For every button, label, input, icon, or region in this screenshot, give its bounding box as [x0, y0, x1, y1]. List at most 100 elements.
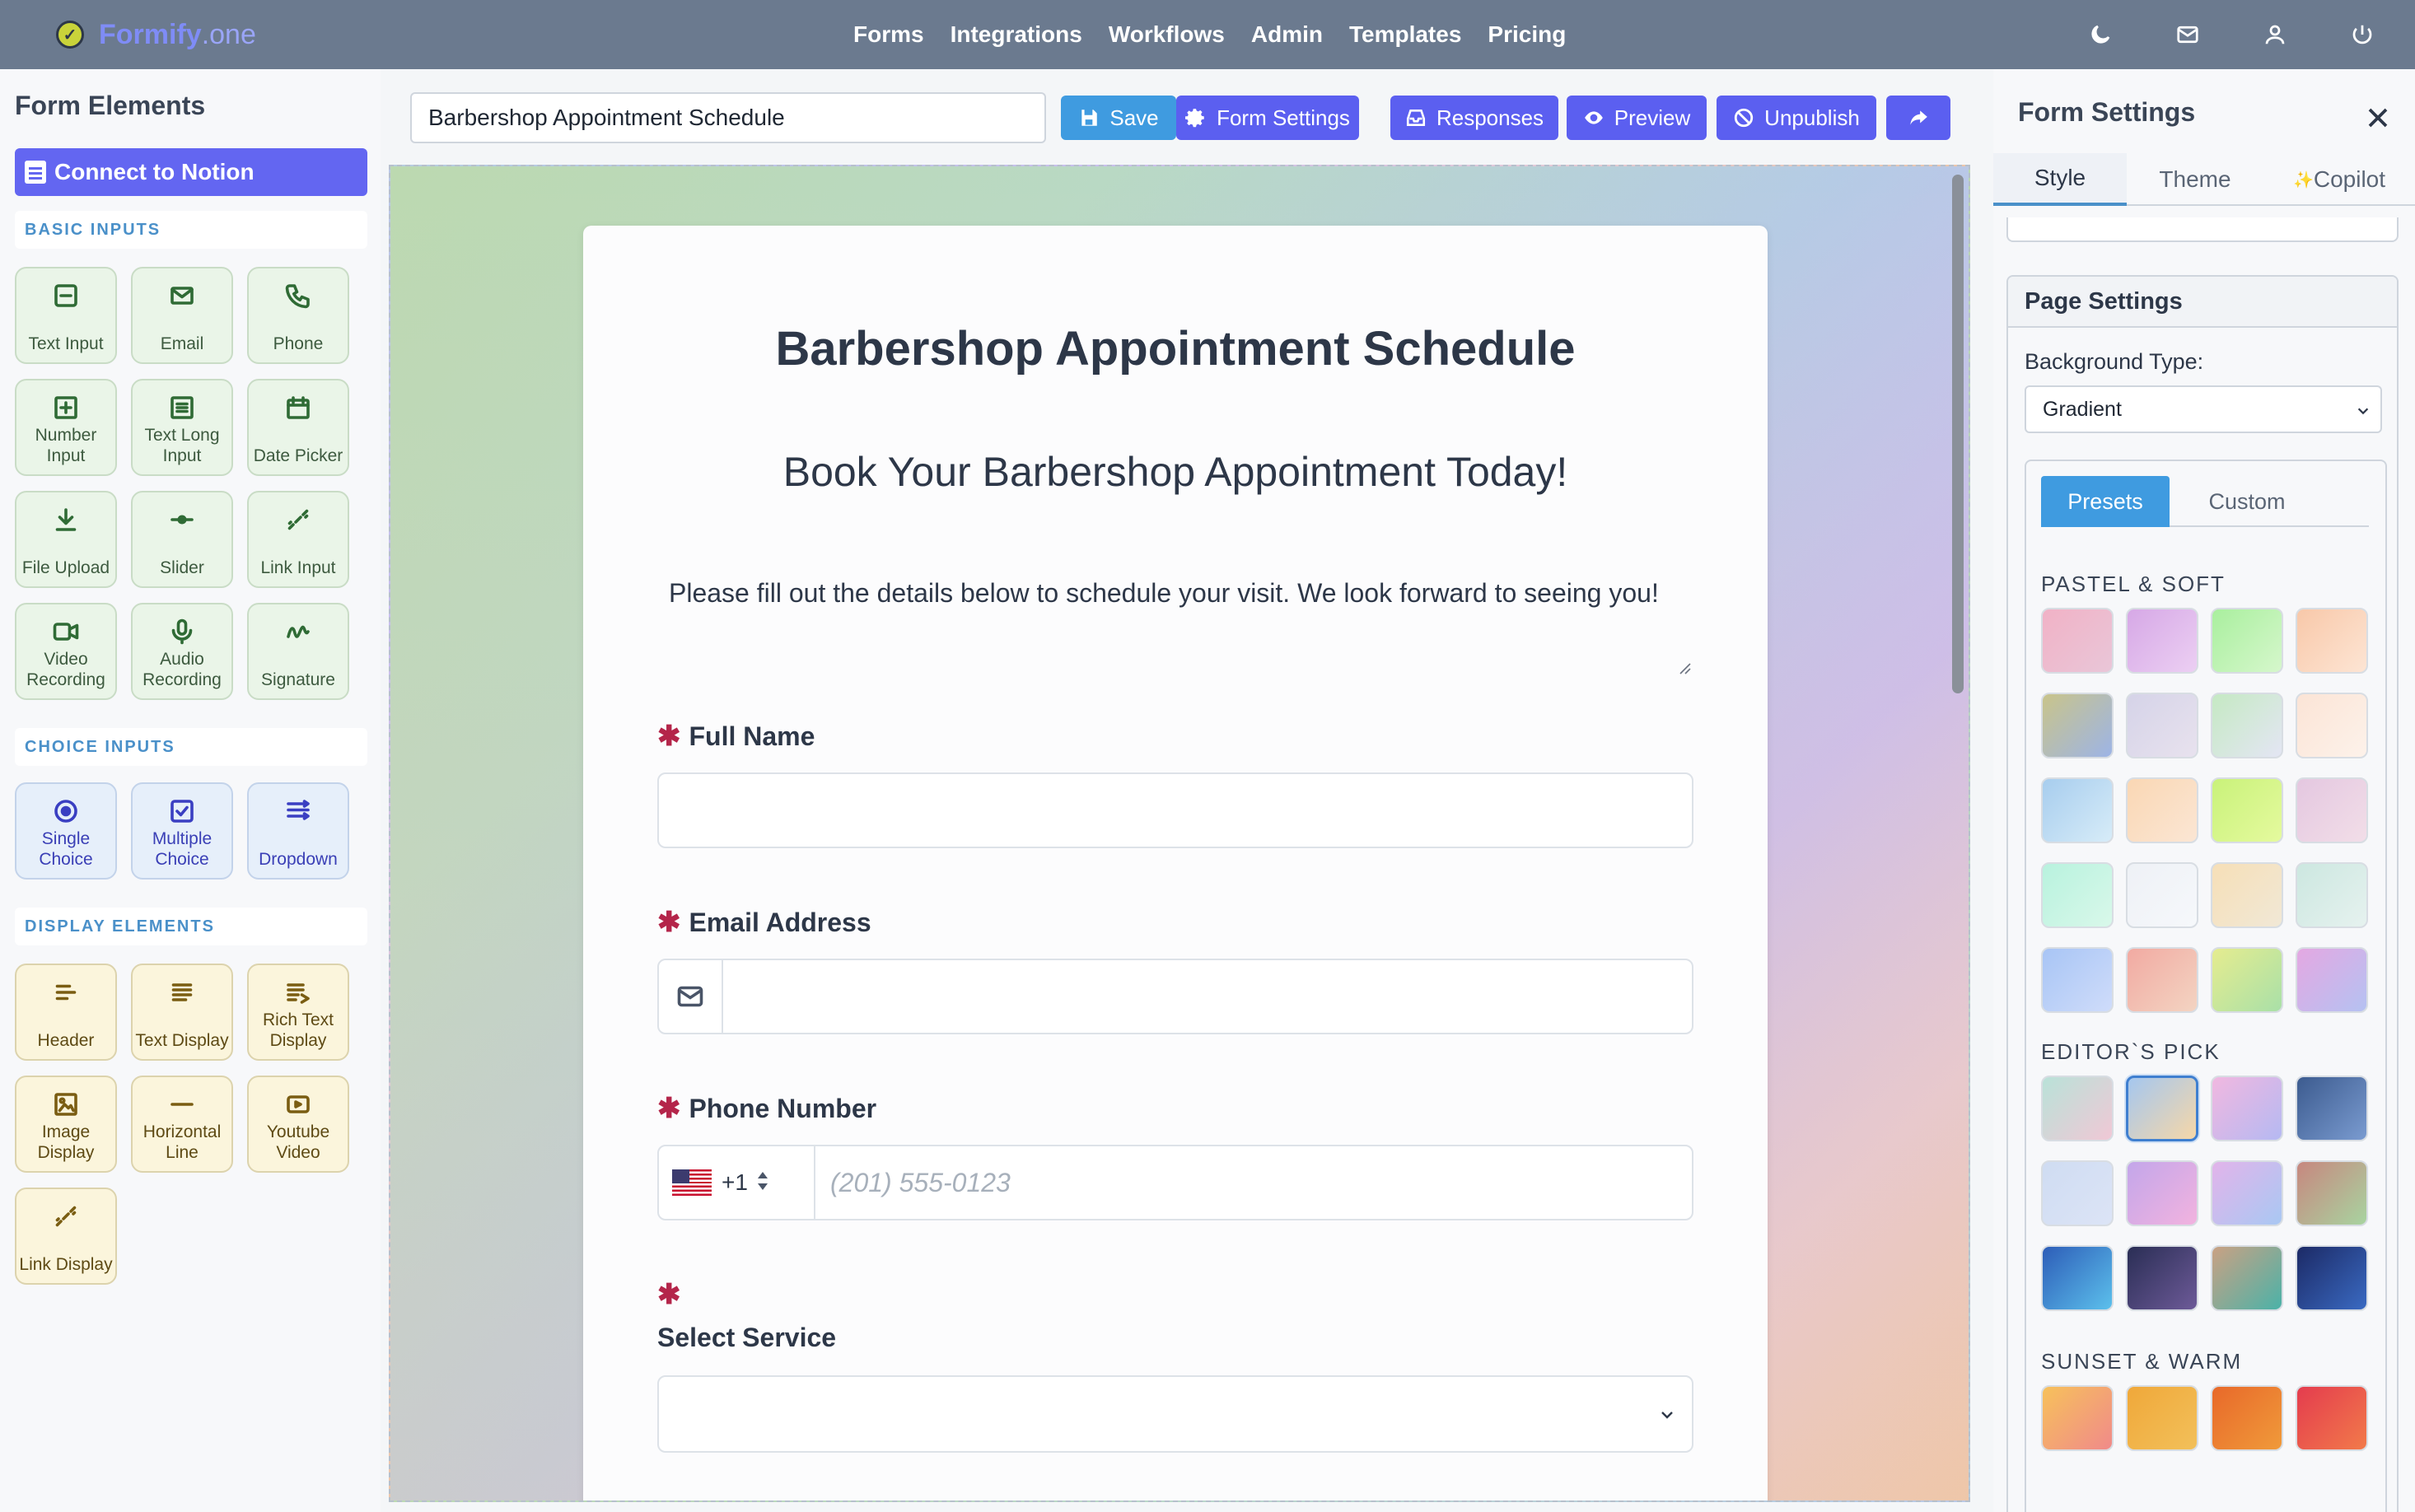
form-description[interactable]: Please fill out the details below to sch…: [669, 572, 1690, 614]
gradient-swatch[interactable]: [2126, 862, 2198, 928]
gradient-swatch[interactable]: [2211, 1076, 2283, 1141]
text-input-icon: [16, 278, 115, 313]
tab-theme[interactable]: Theme: [2127, 153, 2263, 206]
element-number-input[interactable]: Number Input: [15, 379, 117, 476]
gradient-swatch[interactable]: [2211, 693, 2283, 758]
gradient-swatch[interactable]: [2126, 777, 2198, 843]
tab-style[interactable]: Style: [1993, 153, 2127, 206]
element-slider[interactable]: Slider: [131, 491, 233, 588]
brand-logo-link[interactable]: ✓ Formify .one: [56, 16, 256, 53]
element-date-picker[interactable]: Date Picker: [247, 379, 349, 476]
country-code-selector[interactable]: +1: [659, 1146, 815, 1219]
canvas-scrollbar[interactable]: [1952, 175, 1964, 693]
connect-notion-button[interactable]: Connect to Notion: [15, 148, 367, 196]
element-link-display[interactable]: Link Display: [15, 1188, 117, 1285]
gradient-swatch[interactable]: [2211, 1160, 2283, 1226]
gradient-swatch[interactable]: [2041, 608, 2114, 674]
gradient-swatch[interactable]: [2296, 777, 2368, 843]
gradient-swatch[interactable]: [2126, 1385, 2198, 1451]
nav-pricing[interactable]: Pricing: [1488, 21, 1566, 48]
moon-icon[interactable]: [2084, 18, 2117, 51]
tab-presets[interactable]: Presets: [2041, 476, 2170, 527]
gradient-swatch[interactable]: [2041, 1076, 2114, 1141]
gradient-swatch[interactable]: [2296, 608, 2368, 674]
form-title[interactable]: Barbershop Appointment Schedule: [583, 321, 1768, 376]
unpublish-button[interactable]: Unpublish: [1717, 96, 1876, 140]
element-video-recording[interactable]: Video Recording: [15, 603, 117, 700]
nav-forms[interactable]: Forms: [853, 21, 924, 48]
gradient-swatch[interactable]: [2041, 693, 2114, 758]
group-title-pastel: PASTEL & SOFT: [2041, 572, 2226, 596]
gradient-swatch[interactable]: [2041, 1160, 2114, 1226]
element-link-input[interactable]: Link Input: [247, 491, 349, 588]
mail-icon[interactable]: [2171, 18, 2204, 51]
element-label: Multiple Choice: [152, 829, 213, 869]
nav-workflows[interactable]: Workflows: [1109, 21, 1225, 48]
element-image-display[interactable]: Image Display: [15, 1076, 117, 1173]
tab-custom[interactable]: Custom: [2183, 476, 2311, 527]
gradient-swatch[interactable]: [2296, 1076, 2368, 1141]
resize-handle-icon[interactable]: [1679, 662, 1692, 675]
gradient-swatch[interactable]: [2041, 1385, 2114, 1451]
gradient-swatch[interactable]: [2126, 1076, 2198, 1141]
share-button[interactable]: [1886, 96, 1950, 140]
power-icon[interactable]: [2346, 18, 2379, 51]
element-signature[interactable]: Signature: [247, 603, 349, 700]
gradient-swatch[interactable]: [2296, 1385, 2368, 1451]
gradient-swatch[interactable]: [2041, 777, 2114, 843]
gradient-swatch[interactable]: [2126, 608, 2198, 674]
nav-integrations[interactable]: Integrations: [951, 21, 1082, 48]
form-subtitle[interactable]: Book Your Barbershop Appointment Today!: [583, 448, 1768, 496]
element-horizontal-line[interactable]: Horizontal Line: [131, 1076, 233, 1173]
gradient-swatch[interactable]: [2126, 1245, 2198, 1311]
form-settings-label: Form Settings: [1217, 105, 1350, 130]
gradient-swatch[interactable]: [2126, 1160, 2198, 1226]
element-text-input[interactable]: Text Input: [15, 267, 117, 364]
preview-button[interactable]: Preview: [1567, 96, 1707, 140]
gradient-swatch[interactable]: [2041, 947, 2114, 1013]
phone-input[interactable]: +1 (201) 555-0123: [657, 1145, 1693, 1220]
element-dropdown[interactable]: Dropdown: [247, 782, 349, 880]
element-single-choice[interactable]: Single Choice: [15, 782, 117, 880]
gradient-swatch[interactable]: [2296, 693, 2368, 758]
nav-admin[interactable]: Admin: [1251, 21, 1323, 48]
email-input[interactable]: [657, 959, 1693, 1034]
gradient-swatch[interactable]: [2211, 777, 2283, 843]
element-audio-recording[interactable]: Audio Recording: [131, 603, 233, 700]
element-text-long-input[interactable]: Text Long Input: [131, 379, 233, 476]
element-text-display[interactable]: Text Display: [131, 964, 233, 1061]
tab-copilot[interactable]: ✨ Copilot: [2263, 153, 2415, 206]
full-name-input[interactable]: [657, 772, 1693, 848]
gradient-swatch[interactable]: [2211, 947, 2283, 1013]
gradient-swatch[interactable]: [2296, 862, 2368, 928]
close-panel-button[interactable]: [2366, 105, 2390, 130]
gradient-swatch[interactable]: [2126, 947, 2198, 1013]
service-select[interactable]: [657, 1375, 1693, 1453]
gradient-swatch[interactable]: [2296, 947, 2368, 1013]
gradient-swatch[interactable]: [2211, 1245, 2283, 1311]
gradient-swatch[interactable]: [2211, 608, 2283, 674]
background-type-select[interactable]: Gradient: [2025, 385, 2382, 433]
element-file-upload[interactable]: File Upload: [15, 491, 117, 588]
gradient-swatch[interactable]: [2041, 862, 2114, 928]
responses-button[interactable]: Responses: [1390, 96, 1558, 140]
form-name-input[interactable]: [410, 92, 1046, 143]
element-email[interactable]: Email: [131, 267, 233, 364]
number-icon: [16, 390, 115, 425]
element-multiple-choice[interactable]: Multiple Choice: [131, 782, 233, 880]
element-header[interactable]: Header: [15, 964, 117, 1061]
gradient-swatch[interactable]: [2211, 862, 2283, 928]
gradient-swatch[interactable]: [2041, 1245, 2114, 1311]
nav-templates[interactable]: Templates: [1349, 21, 1461, 48]
form-settings-button[interactable]: Form Settings: [1176, 96, 1359, 140]
save-label: Save: [1109, 105, 1159, 130]
gradient-swatch[interactable]: [2211, 1385, 2283, 1451]
gradient-swatch[interactable]: [2296, 1245, 2368, 1311]
gradient-swatch[interactable]: [2296, 1160, 2368, 1226]
element-rich-text-display[interactable]: Rich Text Display: [247, 964, 349, 1061]
element-phone[interactable]: Phone: [247, 267, 349, 364]
save-button[interactable]: Save: [1061, 96, 1176, 140]
element-youtube-video[interactable]: Youtube Video: [247, 1076, 349, 1173]
gradient-swatch[interactable]: [2126, 693, 2198, 758]
user-icon[interactable]: [2259, 18, 2291, 51]
